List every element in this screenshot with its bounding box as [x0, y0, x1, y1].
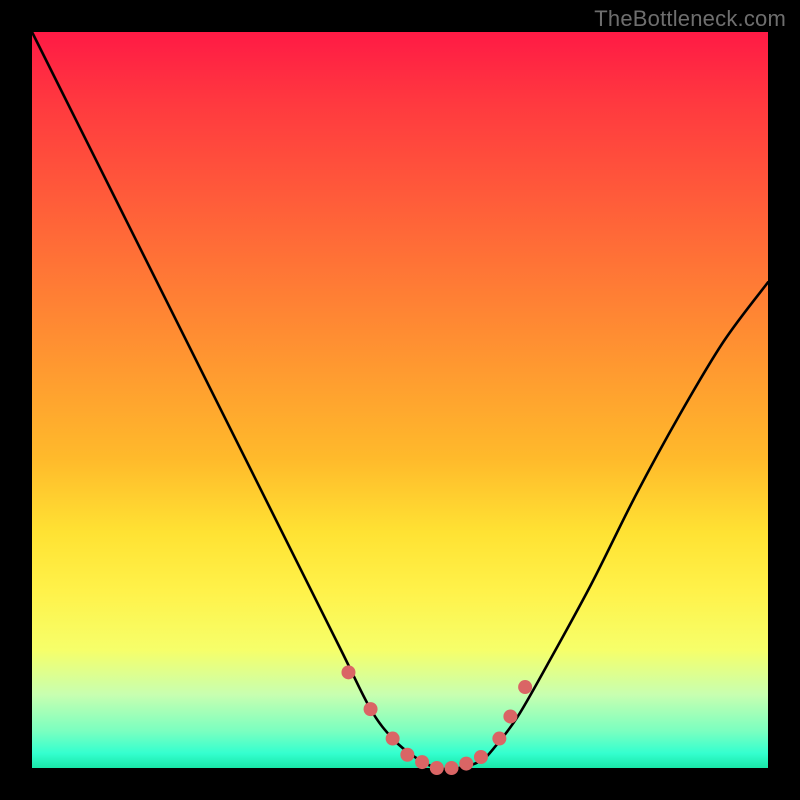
trough-markers [341, 665, 532, 775]
chart-plot-area [32, 32, 768, 768]
trough-marker [415, 755, 429, 769]
watermark-label: TheBottleneck.com [594, 6, 786, 32]
bottleneck-curve [32, 32, 768, 769]
trough-marker [474, 750, 488, 764]
trough-marker [386, 732, 400, 746]
chart-frame: TheBottleneck.com [0, 0, 800, 800]
trough-marker [503, 709, 517, 723]
trough-marker [459, 757, 473, 771]
trough-marker [492, 732, 506, 746]
trough-marker [341, 665, 355, 679]
trough-marker [430, 761, 444, 775]
chart-svg [32, 32, 768, 768]
trough-marker [400, 748, 414, 762]
trough-marker [364, 702, 378, 716]
trough-marker [445, 761, 459, 775]
trough-marker [518, 680, 532, 694]
